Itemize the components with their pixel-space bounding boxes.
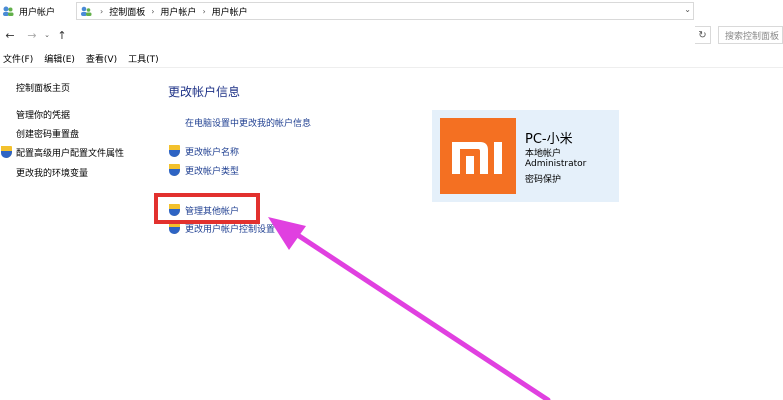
account-role: Administrator [525,159,587,169]
highlight-box [154,193,260,224]
account-password-status: 密码保护 [525,175,562,185]
task-pc-settings-account-info[interactable]: 在电脑设置中更改我的帐户信息 [185,116,311,129]
breadcrumb-user-accounts-current[interactable]: 用户帐户 [212,5,248,18]
account-name: PC-小米 [525,132,573,147]
menu-edit[interactable]: 编辑(E) [41,52,79,65]
menu-file[interactable]: 文件(F) [0,52,37,65]
up-arrow-icon[interactable]: ↑ [54,27,70,43]
breadcrumb-user-accounts[interactable]: 用户帐户 [160,5,196,18]
uac-shield-icon [169,145,180,157]
mi-logo-icon [440,118,516,194]
menu-view[interactable]: 查看(V) [83,52,121,65]
address-bar[interactable]: › 控制面板 › 用户帐户 › 用户帐户 ⌄ [76,2,694,20]
breadcrumb-chevron-icon[interactable]: › [151,7,154,16]
recent-pages-chevron-icon[interactable]: ⌄ [42,27,52,43]
menu-tools[interactable]: 工具(T) [125,52,163,65]
refresh-icon[interactable]: ↻ [695,26,711,44]
account-card: PC-小米 本地帐户 Administrator 密码保护 [432,110,619,202]
page-heading: 更改帐户信息 [168,85,241,99]
menu-bar: 文件(F) 编辑(E) 查看(V) 工具(T) [0,50,783,68]
user-accounts-icon [2,5,14,17]
account-type: 本地帐户 [525,149,562,159]
uac-shield-icon [169,164,180,176]
address-dropdown-chevron-icon[interactable]: ⌄ [684,5,691,14]
breadcrumb-chevron-icon[interactable]: › [100,7,103,16]
uac-shield-icon [1,146,12,158]
account-avatar [440,118,516,194]
breadcrumb-chevron-icon[interactable]: › [202,7,205,16]
left-link-control-panel-home[interactable]: 控制面板主页 [16,81,70,94]
forward-arrow-icon[interactable]: → [24,27,40,43]
window-title: 用户帐户 [19,7,56,18]
navigation-bar: ← → ⌄ ↑ [0,24,783,46]
search-input[interactable]: 搜索控制面板 [718,26,783,44]
breadcrumb-control-panel[interactable]: 控制面板 [109,5,145,18]
left-link-environment-variables[interactable]: 更改我的环境变量 [16,166,88,179]
task-change-account-name[interactable]: 更改帐户名称 [185,145,239,158]
control-panel-icon [80,5,92,17]
left-link-manage-credentials[interactable]: 管理你的凭据 [16,108,70,121]
left-link-create-reset-disk[interactable]: 创建密码重置盘 [16,127,79,140]
task-change-account-type[interactable]: 更改帐户类型 [185,164,239,177]
back-arrow-icon[interactable]: ← [2,27,18,43]
left-link-advanced-profile-properties[interactable]: 配置高级用户配置文件属性 [16,146,124,159]
